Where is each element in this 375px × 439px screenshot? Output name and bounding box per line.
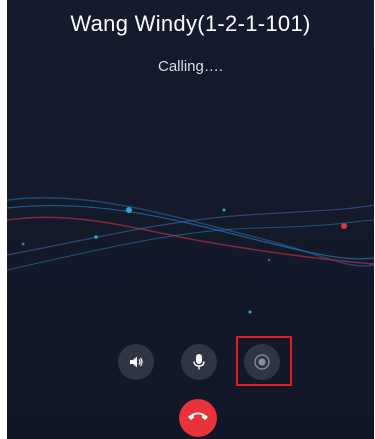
speaker-button[interactable]	[118, 344, 154, 380]
call-screen: Wang Windy(1-2-1-101) Calling….	[7, 0, 374, 439]
call-status: Calling….	[157, 58, 224, 75]
microphone-button[interactable]	[181, 344, 217, 380]
record-highlight-box	[236, 336, 292, 386]
voice-wave-decoration	[7, 197, 374, 314]
contact-name: Wang Windy(1-2-1-101)	[70, 11, 311, 36]
microphone-icon	[191, 353, 207, 371]
hangup-button[interactable]	[179, 399, 217, 437]
speaker-icon	[128, 354, 144, 370]
phone-hangup-icon	[187, 409, 209, 427]
